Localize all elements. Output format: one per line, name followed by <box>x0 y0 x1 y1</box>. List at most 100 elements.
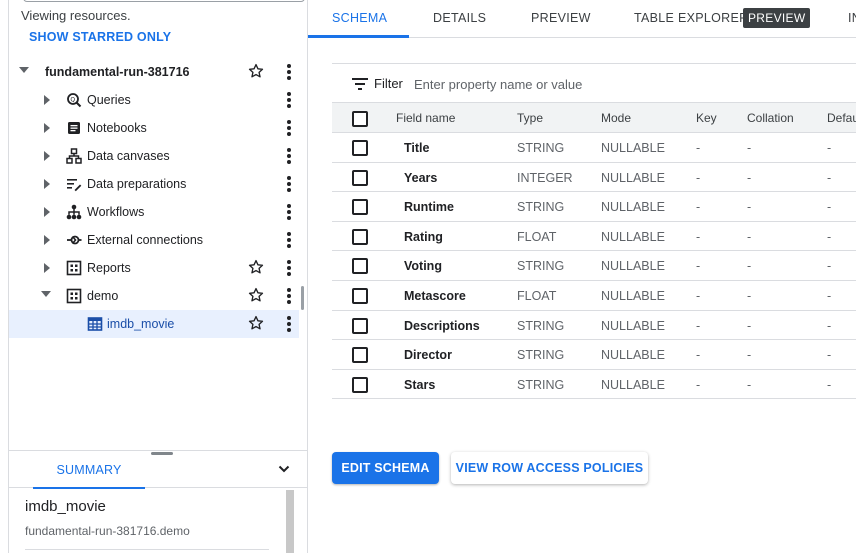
cell-default: - <box>827 289 832 303</box>
cell-collation: - <box>747 259 752 274</box>
caret-right-icon[interactable] <box>44 123 50 133</box>
query-icon: Q <box>66 92 82 108</box>
star-icon[interactable] <box>247 258 265 276</box>
column-header-type[interactable]: Type <box>517 111 543 125</box>
cell-type: STRING <box>517 318 565 333</box>
tree-item-data-canvases[interactable]: Data canvases <box>9 142 299 170</box>
chevron-down-icon[interactable] <box>278 463 290 475</box>
cell-mode: NULLABLE <box>601 141 665 155</box>
summary-scrollbar[interactable] <box>286 490 294 553</box>
summary-subtitle: fundamental-run-381716.demo <box>25 524 190 538</box>
data-canvas-icon <box>66 148 82 164</box>
tree-item-queries[interactable]: Q Queries <box>9 86 299 114</box>
star-icon[interactable] <box>247 314 265 332</box>
cell-mode: NULLABLE <box>601 170 665 185</box>
cell-default: - <box>827 170 832 185</box>
cell-key: - <box>696 229 701 244</box>
caret-right-icon[interactable] <box>44 235 50 245</box>
more-vert-icon[interactable] <box>287 204 291 220</box>
row-checkbox[interactable] <box>352 228 368 245</box>
cell-collation: - <box>747 377 752 392</box>
tree-item-workflows[interactable]: Workflows <box>9 198 299 226</box>
row-checkbox[interactable] <box>352 347 368 364</box>
more-vert-icon[interactable] <box>287 288 291 304</box>
row-checkbox[interactable] <box>352 258 368 275</box>
tab-insights[interactable]: IN <box>848 11 856 25</box>
table-row[interactable]: Descriptions STRING NULLABLE - - - <box>332 311 856 341</box>
show-starred-only-link[interactable]: SHOW STARRED ONLY <box>29 30 171 44</box>
caret-down-icon[interactable] <box>19 67 29 73</box>
cell-key: - <box>696 141 701 155</box>
table-row[interactable]: Years INTEGER NULLABLE - - - <box>332 163 856 193</box>
dataset-icon <box>66 288 82 304</box>
more-vert-icon[interactable] <box>287 148 291 164</box>
summary-divider <box>25 549 269 550</box>
more-vert-icon[interactable] <box>287 120 291 136</box>
tree-item-demo[interactable]: demo <box>9 282 299 310</box>
table-row[interactable]: Title STRING NULLABLE - - - <box>332 133 856 163</box>
cell-name: Years <box>404 170 438 185</box>
column-header-collation[interactable]: Collation <box>747 111 794 125</box>
tree-item-external-connections[interactable]: External connections <box>9 226 299 254</box>
tree-item-label: Workflows <box>87 205 145 219</box>
tab-details[interactable]: DETAILS <box>433 11 486 25</box>
cell-default: - <box>827 229 832 244</box>
table-row[interactable]: Director STRING NULLABLE - - - <box>332 340 856 370</box>
tab-summary[interactable]: SUMMARY <box>33 461 145 489</box>
explorer-search-input[interactable] <box>23 0 305 2</box>
tree-item-data-preparations[interactable]: Data preparations <box>9 170 299 198</box>
more-vert-icon[interactable] <box>287 260 291 276</box>
dataset-icon <box>66 260 82 276</box>
row-checkbox[interactable] <box>352 199 368 216</box>
column-header-key[interactable]: Key <box>696 111 717 125</box>
column-header-default[interactable]: Defau <box>827 111 856 125</box>
tree-item-imdb-movie[interactable]: imdb_movie <box>9 310 299 338</box>
more-vert-icon[interactable] <box>287 232 291 248</box>
tree-scrollbar[interactable] <box>301 286 304 310</box>
tree-item-reports[interactable]: Reports <box>9 254 299 282</box>
caret-right-icon[interactable] <box>44 151 50 161</box>
caret-down-icon[interactable] <box>41 291 51 297</box>
row-checkbox[interactable] <box>352 317 368 334</box>
caret-right-icon[interactable] <box>44 179 50 189</box>
cell-default: - <box>827 200 832 215</box>
table-row[interactable]: Metascore FLOAT NULLABLE - - - <box>332 281 856 311</box>
more-vert-icon[interactable] <box>287 176 291 192</box>
more-vert-icon[interactable] <box>287 92 291 108</box>
row-checkbox[interactable] <box>352 376 368 393</box>
tab-schema[interactable]: SCHEMA <box>332 11 387 25</box>
caret-right-icon[interactable] <box>44 95 50 105</box>
table-row[interactable]: Stars STRING NULLABLE - - - <box>332 370 856 400</box>
cell-name: Voting <box>404 259 442 274</box>
explorer-inner: Viewing resources. SHOW STARRED ONLY fun… <box>8 0 308 553</box>
column-header-field-name[interactable]: Field name <box>396 111 455 125</box>
star-icon[interactable] <box>247 286 265 304</box>
table-row[interactable]: Voting STRING NULLABLE - - - <box>332 251 856 281</box>
column-header-mode[interactable]: Mode <box>601 111 631 125</box>
tree-item-label: imdb_movie <box>107 317 175 331</box>
tree-item-notebooks[interactable]: Notebooks <box>9 114 299 142</box>
more-vert-icon[interactable] <box>287 316 291 332</box>
cell-collation: - <box>747 348 752 363</box>
star-icon[interactable] <box>247 62 265 80</box>
row-checkbox[interactable] <box>352 288 368 304</box>
caret-right-icon[interactable] <box>44 263 50 273</box>
workflow-icon <box>66 204 82 220</box>
caret-right-icon[interactable] <box>44 207 50 217</box>
row-checkbox[interactable] <box>352 169 368 186</box>
select-all-checkbox[interactable] <box>352 111 368 127</box>
cell-type: FLOAT <box>517 289 557 303</box>
view-row-access-policies-button[interactable]: VIEW ROW ACCESS POLICIES <box>451 452 648 484</box>
tree-item-fundamental-run-381716[interactable]: fundamental-run-381716 <box>9 58 299 86</box>
table-row[interactable]: Rating FLOAT NULLABLE - - - <box>332 222 856 252</box>
tree-item-label: Notebooks <box>87 121 147 135</box>
filter-input[interactable] <box>414 73 714 95</box>
tab-preview[interactable]: PREVIEW <box>531 11 591 25</box>
row-checkbox[interactable] <box>352 140 368 156</box>
edit-schema-button[interactable]: EDIT SCHEMA <box>332 452 439 484</box>
svg-text:Q: Q <box>70 97 75 104</box>
table-row[interactable]: Runtime STRING NULLABLE - - - <box>332 192 856 222</box>
tree-item-label: demo <box>87 289 119 303</box>
more-vert-icon[interactable] <box>287 64 291 80</box>
tab-table-explorer[interactable]: TABLE EXPLORER <box>634 11 748 25</box>
